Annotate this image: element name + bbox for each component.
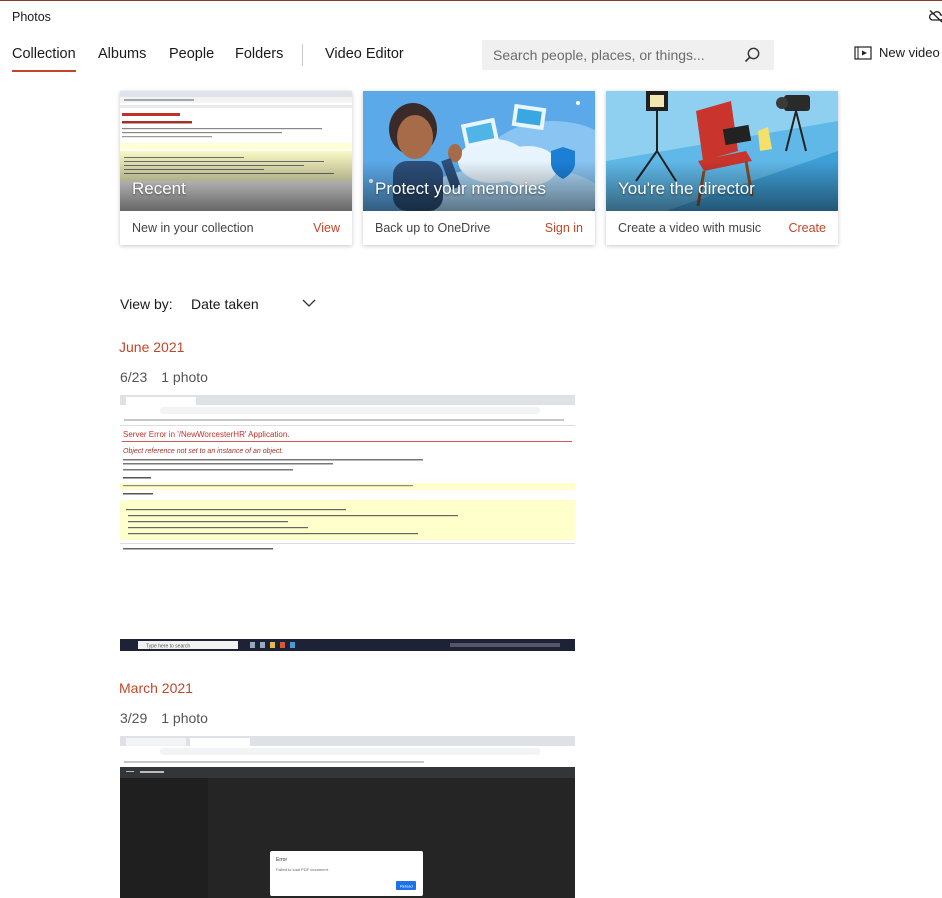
tab-video-editor[interactable]: Video Editor [325,46,404,62]
day-date: 3/29 [120,710,148,726]
card-title: Protect your memories [375,179,546,198]
june-taskbar-search: Type here to search [146,644,190,650]
tab-folders[interactable]: Folders [235,46,283,62]
view-link[interactable]: View [313,221,340,235]
new-video-icon [854,46,872,60]
search-icon[interactable] [743,46,761,64]
card-title: Recent [132,179,186,198]
new-video-label: New video [879,45,940,60]
sign-in-link[interactable]: Sign in [545,221,583,235]
day-heading: 3/29 1 photo [120,710,208,726]
top-navigation: Collection Albums People Folders Video E… [0,36,942,76]
app-title: Photos [12,10,51,24]
tab-collection[interactable]: Collection [12,46,76,72]
view-by-dropdown[interactable]: Date taken [191,296,259,312]
card-protect-memories[interactable]: Protect your memories Back up to OneDriv… [363,91,595,245]
card-caption: Back up to OneDrive [375,221,491,235]
view-by-label: View by: [120,296,173,312]
photo-thumbnail-june[interactable]: Server Error in '/NewWorcesterHR' Applic… [120,395,575,651]
photo-count: 1 photo [161,710,208,726]
photo-count: 1 photo [161,369,208,385]
card-recent[interactable]: Recent New in your collection View [120,91,352,245]
title-bar: Photos [0,1,942,31]
march-dialog-title: Error [276,857,287,863]
tab-people[interactable]: People [169,46,214,62]
card-caption: New in your collection [132,221,254,235]
cloud-off-icon[interactable] [928,9,942,23]
tab-albums[interactable]: Albums [98,46,146,62]
chevron-down-icon[interactable] [302,298,316,308]
june-error-heading: Server Error in '/NewWorcesterHR' Applic… [123,430,290,439]
card-caption: Create a video with music [618,221,762,235]
march-dialog-button: Reload [400,884,413,889]
card-director[interactable]: You're the director Create a video with … [606,91,838,245]
search-input[interactable] [482,40,734,70]
day-date: 6/23 [120,369,148,385]
march-dialog-body: Failed to load PDF document. [276,867,329,872]
june-error-subheading: Object reference not set to an instance … [123,448,283,455]
month-heading: March 2021 [119,680,193,696]
day-heading: 6/23 1 photo [120,369,208,385]
card-title: You're the director [618,179,755,198]
photo-thumbnail-march[interactable]: Error Failed to load PDF document. Reloa… [120,736,575,898]
month-heading: June 2021 [119,339,185,355]
nav-divider [302,44,303,66]
create-link[interactable]: Create [788,221,826,235]
search-box [482,40,774,70]
